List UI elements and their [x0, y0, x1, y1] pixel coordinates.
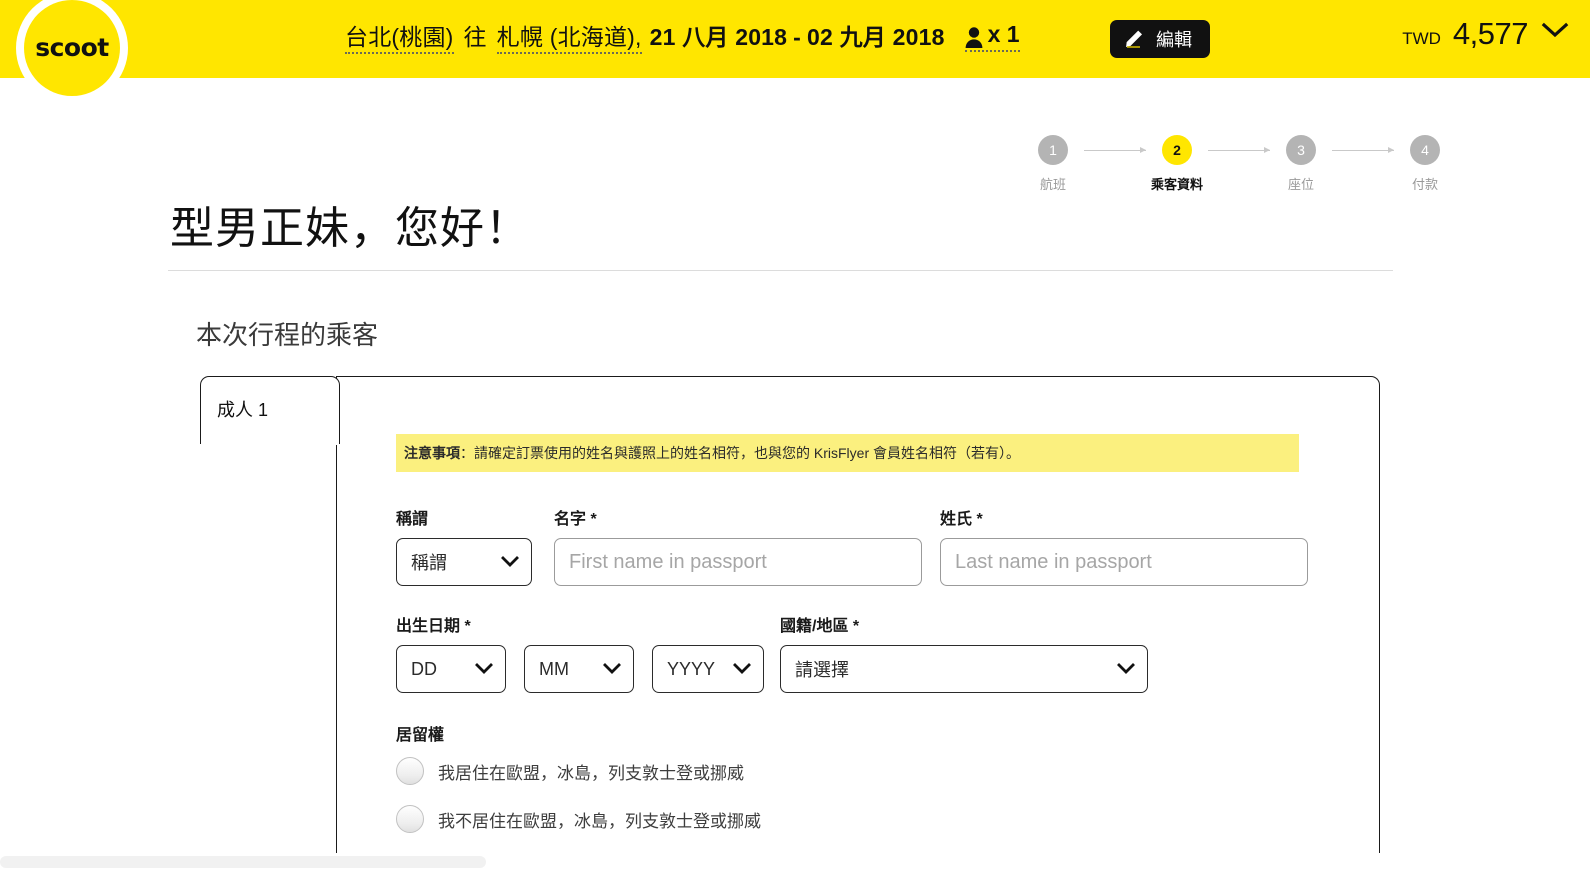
- route-destination[interactable]: 札幌 (北海道),: [496, 18, 642, 54]
- chevron-down-icon: [733, 659, 751, 680]
- site-header: scoot 台北(桃園) 往 札幌 (北海道), 21 八月 2018 - 02…: [0, 0, 1590, 104]
- header-divider: [168, 270, 1393, 271]
- radio-icon[interactable]: [396, 805, 424, 833]
- passenger-tab-label: 成人 1: [217, 400, 269, 420]
- note-text: 注意事項：請確定訂票使用的姓名與護照上的姓名相符，也與您的 KrisFlyer …: [404, 443, 1020, 463]
- step-number: 2: [1162, 135, 1192, 165]
- edit-button-label: 編輯: [1156, 30, 1192, 50]
- last-name-field-group: 姓氏 * Last name in passport: [940, 505, 1308, 586]
- last-name-label: 姓氏 *: [940, 511, 983, 528]
- step-flights[interactable]: 1 航班: [1022, 135, 1084, 193]
- route-depart-date: 21 八月 2018: [650, 18, 788, 52]
- step-connector: [1084, 135, 1146, 165]
- chevron-down-icon[interactable]: [1540, 20, 1570, 45]
- first-name-field-group: 名字 * First name in passport: [554, 505, 922, 586]
- itinerary-summary: 台北(桃園) 往 札幌 (北海道), 21 八月 2018 - 02 九月 20…: [345, 18, 1020, 54]
- step-number: 3: [1286, 135, 1316, 165]
- route-connector: 往: [463, 24, 487, 50]
- passport-name-note: 注意事項：請確定訂票使用的姓名與護照上的姓名相符，也與您的 KrisFlyer …: [396, 434, 1299, 472]
- step-number: 1: [1038, 135, 1068, 165]
- note-bold-prefix: 注意事項: [404, 445, 460, 461]
- dob-day-value: DD: [411, 658, 437, 679]
- dob-selects: DD MM YYYY: [396, 645, 764, 693]
- residency-option-eu[interactable]: 我居住在歐盟，冰島，列支敦士登或挪威: [396, 757, 1308, 785]
- logo-text: scoot: [35, 32, 109, 62]
- first-name-label: 名字 *: [554, 511, 597, 528]
- section-title-passengers: 本次行程的乘客: [196, 320, 379, 350]
- residency-option-non-eu[interactable]: 我不居住在歐盟，冰島，列支敦士登或挪威: [396, 805, 1308, 833]
- residency-label: 居留權: [396, 727, 445, 744]
- title-select[interactable]: 稱謂: [396, 538, 532, 586]
- step-label: 航班: [1039, 177, 1066, 192]
- last-name-input[interactable]: Last name in passport: [940, 538, 1308, 586]
- note-body: ：請確定訂票使用的姓名與護照上的姓名相符，也與您的 KrisFlyer 會員姓名…: [460, 445, 1020, 461]
- step-seats[interactable]: 3 座位: [1270, 135, 1332, 193]
- nationality-label: 國籍/地區 *: [780, 618, 860, 635]
- route-origin-text: 台北(桃園): [345, 24, 454, 54]
- dob-month-select[interactable]: MM: [524, 645, 634, 693]
- dob-day-select[interactable]: DD: [396, 645, 506, 693]
- step-label: 座位: [1287, 177, 1314, 192]
- nationality-select-value: 請選擇: [795, 660, 849, 680]
- nationality-field-group: 國籍/地區 * 請選擇: [780, 612, 1148, 693]
- step-label: 乘客資料: [1150, 177, 1203, 192]
- step-number: 4: [1410, 135, 1440, 165]
- title-select-value: 稱謂: [411, 553, 447, 573]
- last-name-placeholder: Last name in passport: [955, 550, 1152, 573]
- title-label: 稱謂: [396, 511, 429, 528]
- depart-date-text: 21 八月 2018: [649, 24, 788, 50]
- dob-nationality-row: 出生日期 * DD MM YYYY 國籍/地區 * 請選擇: [396, 612, 1308, 693]
- first-name-input[interactable]: First name in passport: [554, 538, 922, 586]
- step-connector: [1332, 135, 1394, 165]
- page-title: 型男正妹，您好！: [170, 204, 530, 253]
- dob-year-value: YYYY: [667, 658, 716, 679]
- price-summary-toggle[interactable]: TWD 4,577: [1402, 16, 1570, 52]
- edit-button[interactable]: 編輯: [1110, 20, 1210, 58]
- residency-group: 居留權 我居住在歐盟，冰島，列支敦士登或挪威 我不居住在歐盟，冰島，列支敦士登或…: [396, 721, 1308, 833]
- passenger-count[interactable]: x 1: [964, 21, 1020, 52]
- route-destination-text: 札幌 (北海道),: [496, 24, 642, 54]
- pencil-icon: [1124, 26, 1146, 53]
- residency-option-label: 我不居住在歐盟，冰島，列支敦士登或挪威: [438, 811, 761, 831]
- chevron-down-icon: [475, 659, 493, 680]
- title-field-group: 稱謂 稱謂: [396, 505, 532, 586]
- logo-circle: scoot: [24, 0, 120, 96]
- dob-month-value: MM: [539, 658, 569, 679]
- tab-seam-cover: [201, 442, 337, 445]
- nationality-select[interactable]: 請選擇: [780, 645, 1148, 693]
- passenger-form: 稱謂 稱謂 名字 * First name in passport 姓氏 * L…: [396, 505, 1308, 853]
- dob-field-group: 出生日期 * DD MM YYYY: [396, 612, 764, 693]
- horizontal-scrollbar[interactable]: [0, 853, 1590, 870]
- scrollbar-thumb[interactable]: [0, 856, 486, 868]
- route-return-date: 02 九月 2018: [807, 18, 945, 52]
- return-date-text: 02 九月 2018: [807, 24, 945, 50]
- passenger-count-label: x 1: [987, 21, 1020, 47]
- step-connector: [1208, 135, 1270, 165]
- chevron-down-icon: [603, 659, 621, 680]
- residency-option-label: 我居住在歐盟，冰島，列支敦士登或挪威: [438, 763, 744, 783]
- route-origin[interactable]: 台北(桃園): [345, 18, 454, 54]
- scoot-logo[interactable]: scoot: [16, 0, 128, 104]
- name-row: 稱謂 稱謂 名字 * First name in passport 姓氏 * L…: [396, 505, 1308, 586]
- route-dash: -: [793, 24, 802, 50]
- step-passenger-details[interactable]: 2 乘客資料: [1146, 135, 1208, 193]
- checkout-stepper: 1 航班 2 乘客資料 3 座位 4 付款: [1022, 135, 1456, 193]
- person-icon: [965, 27, 983, 48]
- step-payment[interactable]: 4 付款: [1394, 135, 1456, 193]
- price-amount: 4,577: [1452, 16, 1529, 51]
- dob-year-select[interactable]: YYYY: [652, 645, 764, 693]
- price-currency: TWD: [1402, 29, 1441, 48]
- passenger-tab-adult-1[interactable]: 成人 1: [200, 376, 340, 444]
- chevron-down-icon: [501, 552, 519, 573]
- first-name-placeholder: First name in passport: [569, 550, 767, 573]
- dob-label: 出生日期 *: [396, 618, 471, 635]
- radio-icon[interactable]: [396, 757, 424, 785]
- step-label: 付款: [1411, 177, 1438, 192]
- chevron-down-icon: [1117, 659, 1135, 680]
